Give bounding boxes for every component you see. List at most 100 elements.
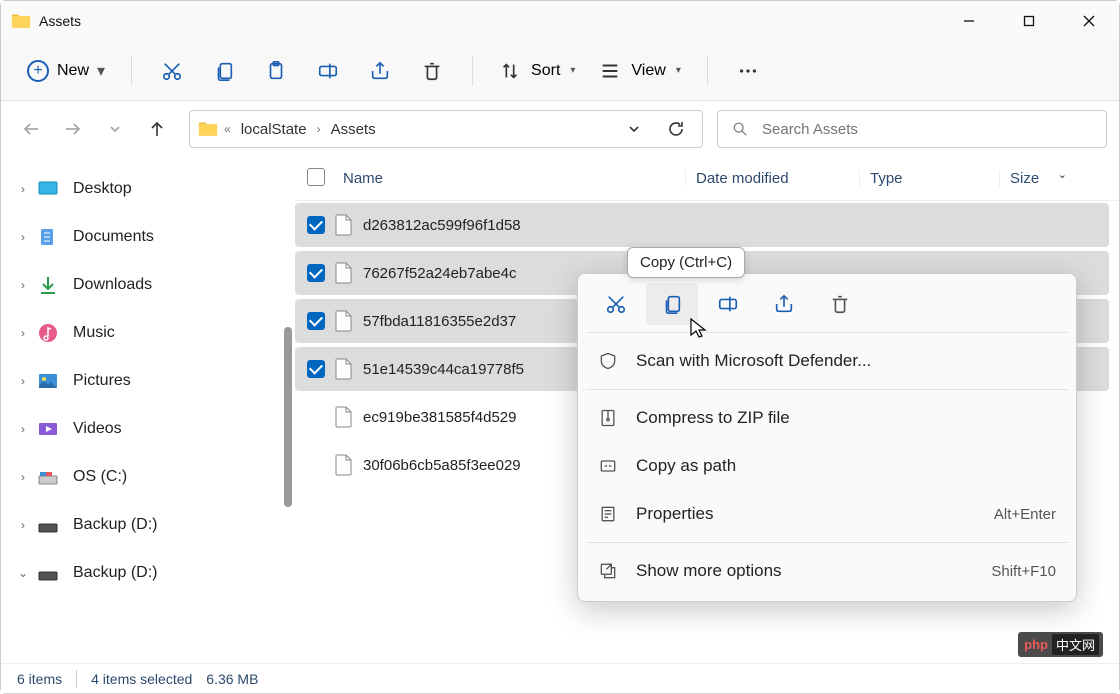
ctx-more-options[interactable]: Show more optionsShift+F10 — [584, 547, 1070, 595]
view-button[interactable]: View ▾ — [589, 54, 690, 88]
new-button[interactable]: + New ▾ — [17, 54, 115, 88]
plus-circle-icon: + — [27, 60, 49, 82]
chevron-right-icon[interactable]: › — [15, 470, 31, 484]
column-type[interactable]: Type — [859, 170, 999, 187]
minimize-button[interactable] — [939, 1, 999, 41]
breadcrumb-dropdown[interactable] — [616, 111, 652, 147]
window-title: Assets — [39, 13, 81, 29]
ctx-share-button[interactable] — [758, 283, 810, 325]
sort-label: Sort — [531, 62, 560, 80]
ctx-cut-button[interactable] — [590, 283, 642, 325]
sort-button[interactable]: Sort ▾ — [489, 54, 585, 88]
ctx-compress-zip[interactable]: Compress to ZIP file — [584, 394, 1070, 442]
search-box[interactable] — [717, 110, 1107, 148]
sidebar-item-label: OS (C:) — [73, 468, 127, 486]
sidebar-item-videos[interactable]: › Videos — [1, 405, 281, 453]
file-icon — [335, 358, 353, 380]
search-icon — [732, 121, 748, 137]
music-icon — [37, 322, 59, 344]
status-bar: 6 items 4 items selected 6.36 MB — [1, 663, 1119, 693]
row-checkbox[interactable] — [307, 312, 325, 330]
drive-icon — [37, 466, 59, 488]
new-label: New — [57, 62, 89, 80]
drive-icon — [37, 562, 59, 584]
sidebar-item-pictures[interactable]: ›Pictures — [1, 357, 281, 405]
chevron-right-icon[interactable]: › — [15, 518, 31, 532]
file-icon — [335, 406, 353, 428]
more-button[interactable] — [724, 51, 772, 91]
documents-icon — [37, 226, 59, 248]
close-button[interactable] — [1059, 1, 1119, 41]
downloads-icon — [37, 274, 59, 296]
chevron-right-icon[interactable]: › — [15, 278, 31, 292]
sidebar-item-label: Music — [73, 324, 115, 342]
sidebar-item-os-c[interactable]: › OS (C:) — [1, 453, 281, 501]
title-bar: Assets — [1, 1, 1119, 41]
chevron-left-icon[interactable]: « — [224, 122, 231, 136]
chevron-right-icon[interactable]: › — [15, 422, 31, 436]
file-icon — [335, 454, 353, 476]
rename-button[interactable] — [304, 51, 352, 91]
file-icon — [335, 310, 353, 332]
sidebar-item-label: Backup (D:) — [73, 516, 157, 534]
chevron-down-icon: ▾ — [570, 65, 575, 76]
search-input[interactable] — [762, 121, 1092, 138]
chevron-right-icon[interactable]: › — [15, 182, 31, 196]
chevron-right-icon: › — [317, 122, 321, 136]
sidebar-item-documents[interactable]: ›Documents — [1, 213, 281, 261]
sidebar-item-label: Backup (D:) — [73, 564, 157, 582]
maximize-button[interactable] — [999, 1, 1059, 41]
column-date[interactable]: Date modified — [685, 170, 859, 187]
sidebar-item-backup-d[interactable]: › Backup (D:) — [1, 501, 281, 549]
copy-button[interactable] — [200, 51, 248, 91]
share-button[interactable] — [356, 51, 404, 91]
row-checkbox[interactable] — [307, 216, 325, 234]
refresh-button[interactable] — [658, 111, 694, 147]
ctx-rename-button[interactable] — [702, 283, 754, 325]
chevron-right-icon[interactable]: › — [15, 230, 31, 244]
chevron-right-icon[interactable]: › — [15, 326, 31, 340]
column-name[interactable]: Name — [335, 170, 685, 187]
up-button[interactable] — [139, 111, 175, 147]
row-checkbox[interactable] — [307, 360, 325, 378]
desktop-icon — [37, 178, 59, 200]
sidebar-scrollbar[interactable] — [281, 157, 295, 663]
breadcrumb-segment[interactable]: localState — [237, 117, 311, 142]
ctx-scan-defender[interactable]: Scan with Microsoft Defender... — [584, 337, 1070, 385]
sidebar-item-label: Desktop — [73, 180, 132, 198]
paste-button[interactable] — [252, 51, 300, 91]
mouse-cursor — [689, 317, 709, 344]
sort-icon — [499, 60, 521, 82]
file-name: d263812ac599f96f1d58 — [363, 217, 1109, 234]
column-headers: Name Date modified Type Size⌄ — [295, 157, 1119, 201]
drive-icon — [37, 514, 59, 536]
sidebar-item-music[interactable]: › Music — [1, 309, 281, 357]
breadcrumb-segment[interactable]: Assets — [327, 117, 380, 142]
chevron-down-icon[interactable]: ⌄ — [15, 566, 31, 580]
file-icon — [335, 262, 353, 284]
status-selected-count: 4 items selected — [91, 671, 192, 687]
forward-button[interactable] — [55, 111, 91, 147]
ctx-delete-button[interactable] — [814, 283, 866, 325]
row-checkbox[interactable] — [307, 264, 325, 282]
file-icon — [335, 214, 353, 236]
delete-button[interactable] — [408, 51, 456, 91]
file-row[interactable]: d263812ac599f96f1d58 — [295, 203, 1109, 247]
column-size[interactable]: Size⌄ — [999, 170, 1119, 187]
toolbar: + New ▾ Sort ▾ View ▾ — [1, 41, 1119, 101]
chevron-down-icon: ▾ — [97, 61, 105, 81]
breadcrumb[interactable]: « localState › Assets — [189, 110, 703, 148]
sidebar-item-backup-d-2[interactable]: ⌄ Backup (D:) — [1, 549, 281, 597]
sidebar-item-downloads[interactable]: ›Downloads — [1, 261, 281, 309]
view-icon — [599, 60, 621, 82]
sidebar-item-label: Videos — [73, 420, 122, 438]
folder-icon — [198, 120, 218, 138]
ctx-copy-path[interactable]: Copy as path — [584, 442, 1070, 490]
cut-button[interactable] — [148, 51, 196, 91]
recent-chevron[interactable] — [97, 111, 133, 147]
sidebar-item-desktop[interactable]: › Desktop — [1, 165, 281, 213]
ctx-properties[interactable]: PropertiesAlt+Enter — [584, 490, 1070, 538]
chevron-right-icon[interactable]: › — [15, 374, 31, 388]
select-all-checkbox[interactable] — [307, 168, 325, 186]
back-button[interactable] — [13, 111, 49, 147]
